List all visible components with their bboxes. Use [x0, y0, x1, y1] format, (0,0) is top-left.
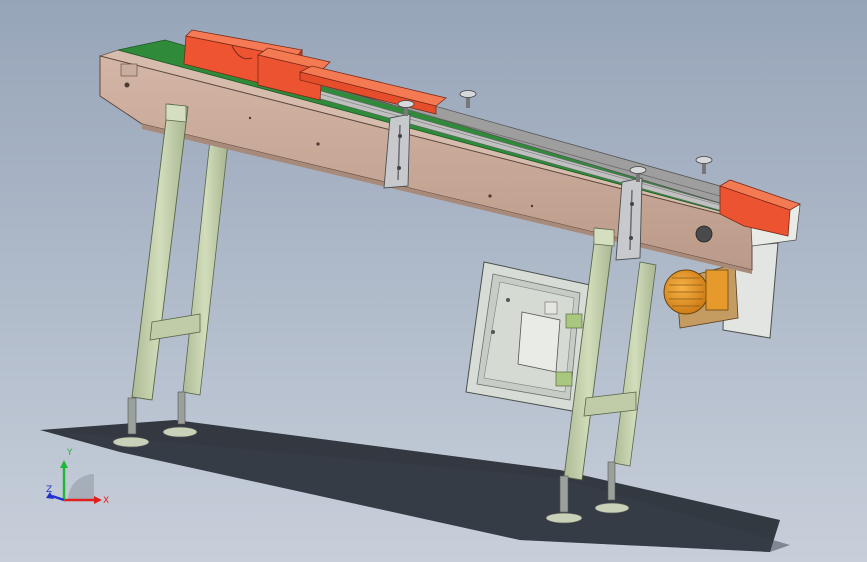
y-axis-label: Y — [66, 448, 73, 458]
conveyor-model-render[interactable]: X Y Z — [0, 0, 867, 562]
cad-viewport[interactable]: X Y Z — [0, 0, 867, 562]
control-cabinet[interactable] — [465, 261, 591, 413]
contactor-block — [517, 311, 561, 373]
cabinet-hinge-top — [565, 313, 583, 329]
z-axis-label: Z — [46, 485, 52, 495]
cabinet-hinge-bottom — [555, 371, 573, 387]
x-axis-label: X — [103, 496, 109, 506]
